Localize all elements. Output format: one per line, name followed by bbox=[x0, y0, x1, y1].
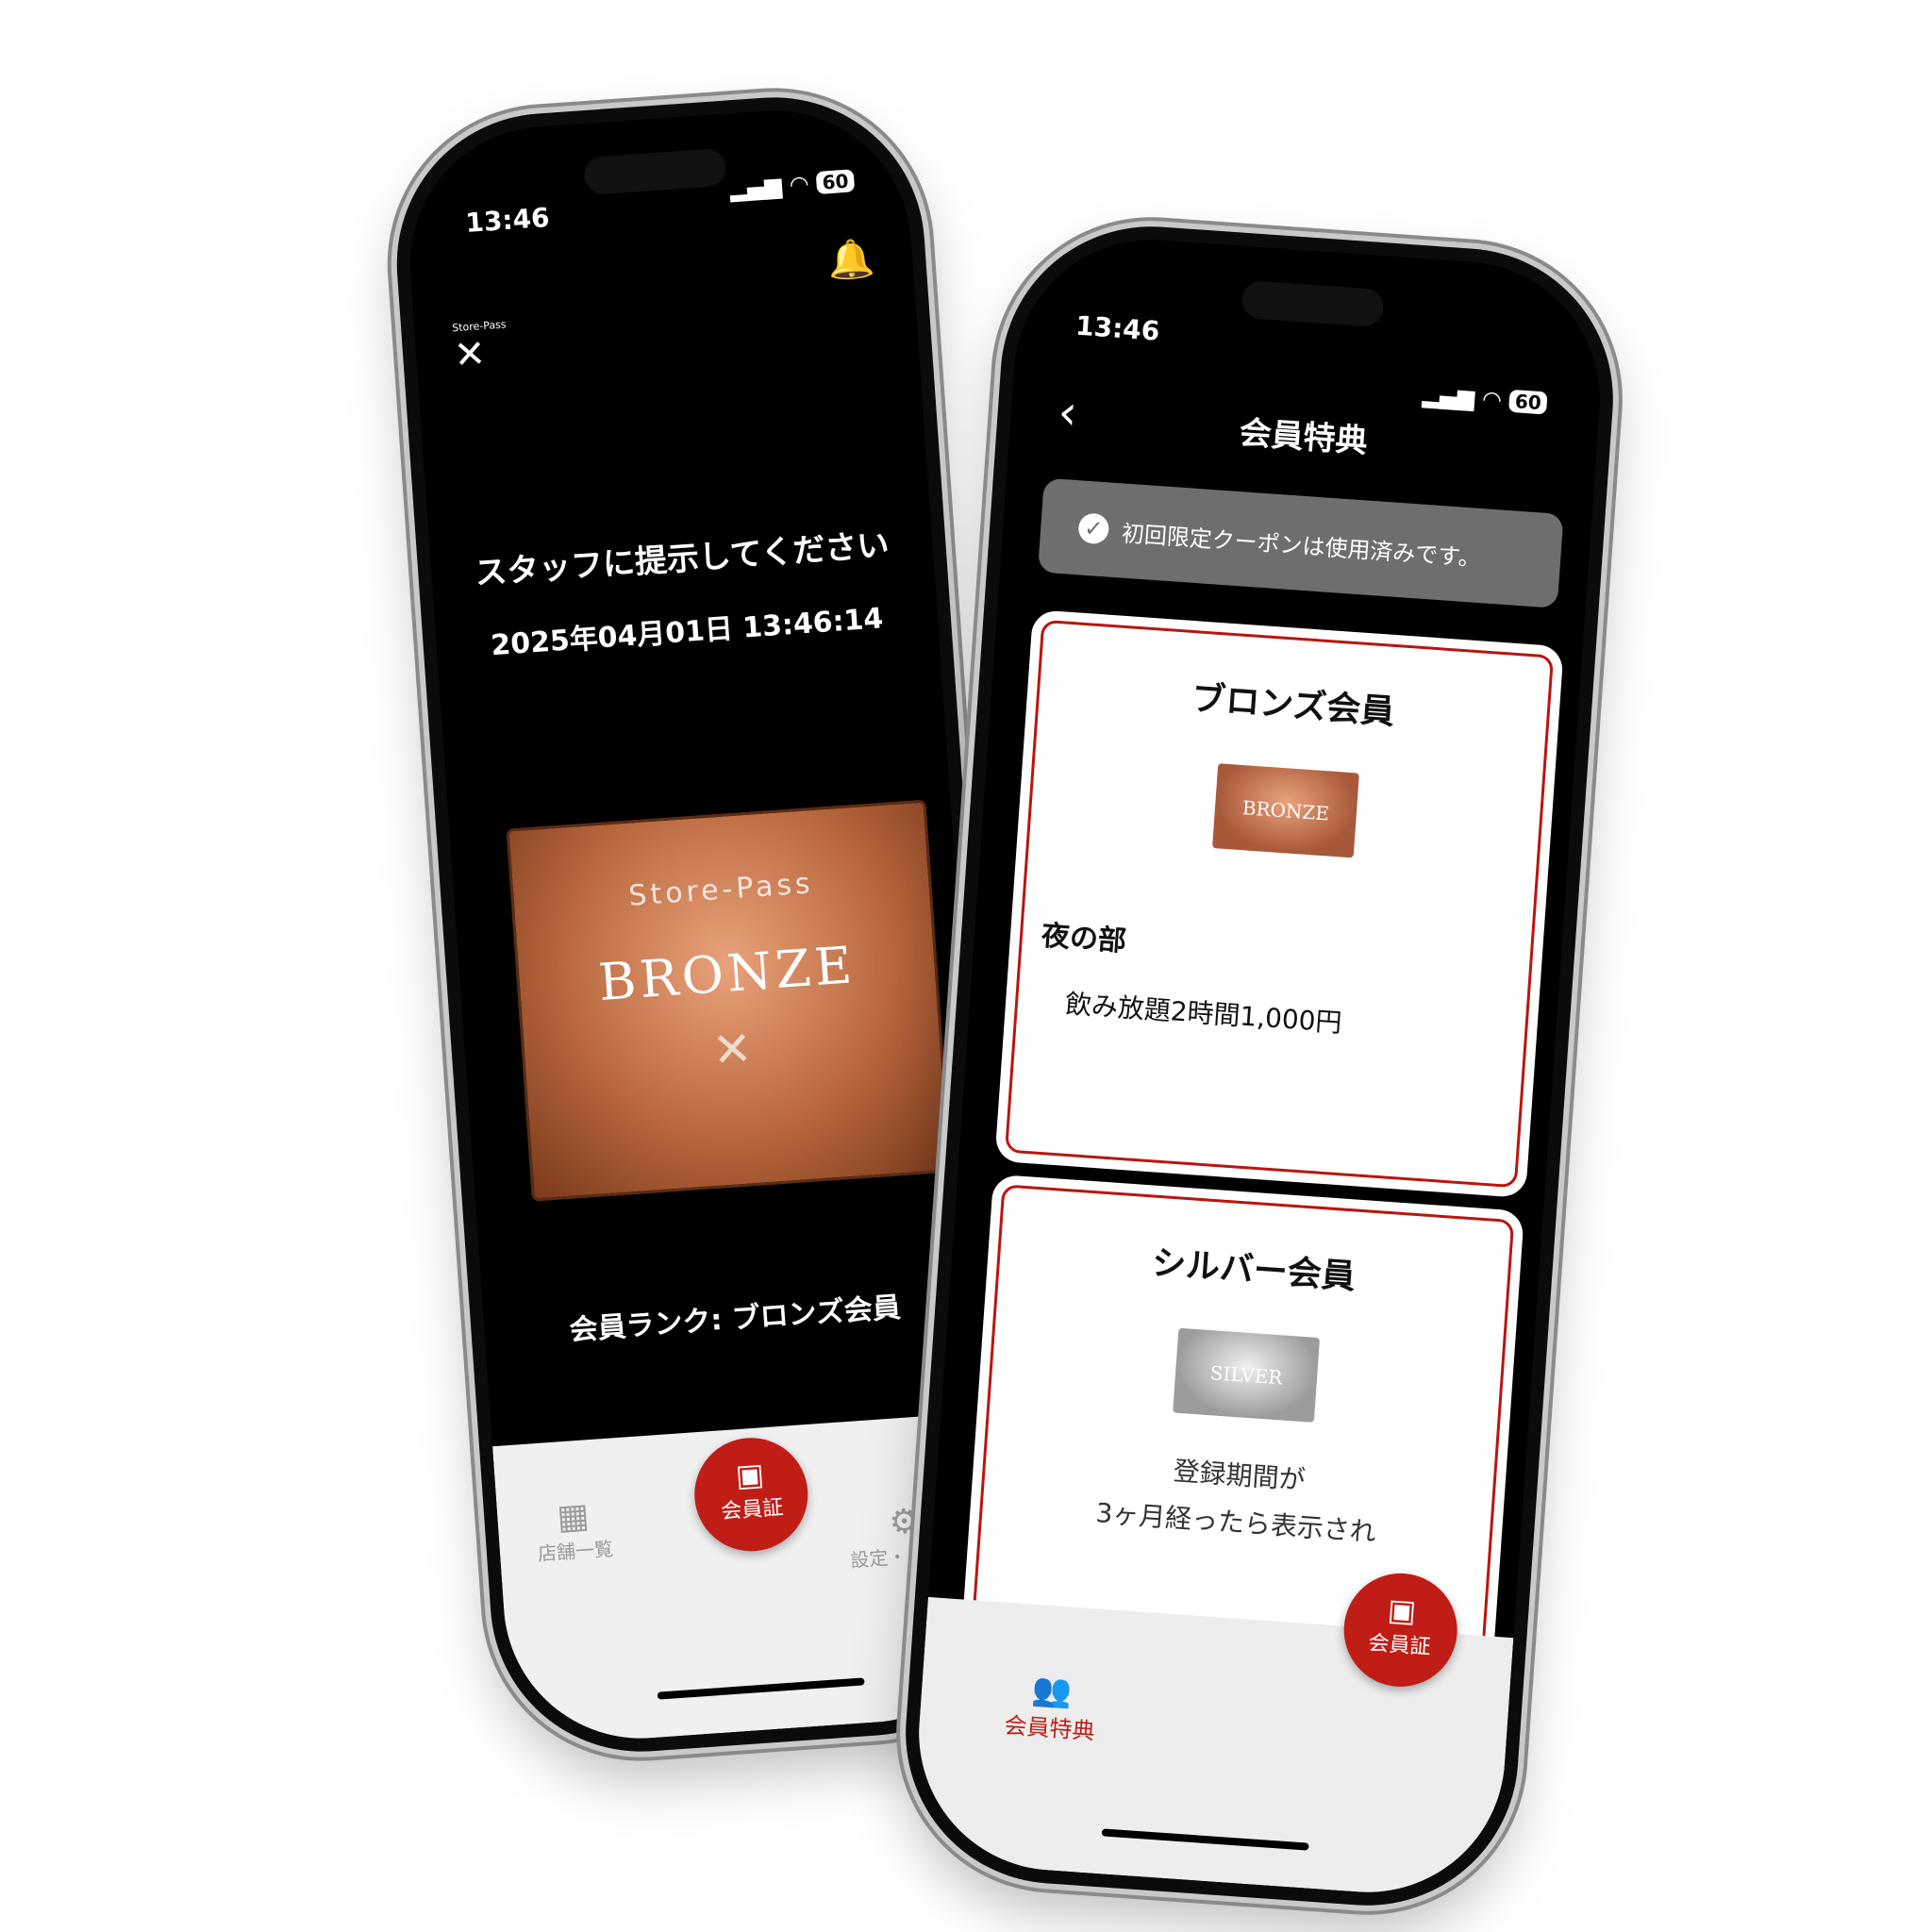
notice-text: 初回限定クーポンは使用済みです。 bbox=[1121, 519, 1482, 572]
tab-stores-label: 店舗一覧 bbox=[537, 1537, 614, 1566]
benefit-period: 夜の部 bbox=[1040, 919, 1128, 958]
benefit-card-bronze: ブロンズ会員 BRONZE 夜の部 飲み放題2時間1,000円 bbox=[1004, 619, 1555, 1189]
membership-card-label: 会員証 bbox=[1367, 1631, 1432, 1660]
home-indicator bbox=[1101, 1828, 1309, 1851]
signal-icon: ▂▄▆ bbox=[1421, 381, 1476, 412]
wifi-icon: ◠ bbox=[1481, 385, 1503, 414]
tab-benefits-label: 会員特典 bbox=[1003, 1711, 1096, 1745]
phone-right: 13:46 ▂▄▆ ◠ 60 ‹ 会員特典 ✓ 初回限定クーポンは使用済みです。… bbox=[895, 216, 1624, 1916]
right-screen: 13:46 ▂▄▆ ◠ 60 ‹ 会員特典 ✓ 初回限定クーポンは使用済みです。… bbox=[909, 230, 1609, 1902]
show-staff-prompt: スタッフに提示してください bbox=[474, 525, 891, 593]
benefit-title: ブロンズ会員 bbox=[1190, 679, 1396, 733]
id-badge-icon: ▣ bbox=[1386, 1591, 1418, 1629]
members-icon: 👥 bbox=[1030, 1670, 1074, 1711]
check-circle-icon: ✓ bbox=[1077, 512, 1110, 545]
signal-icon: ▂▄▆ bbox=[728, 172, 783, 203]
current-datetime: 2025年04月01日 13:46:14 bbox=[490, 602, 885, 663]
dynamic-island bbox=[1241, 279, 1385, 328]
coupon-used-notice: ✓ 初回限定クーポンは使用済みです。 bbox=[1037, 477, 1564, 608]
fork-spoon-icon: ✕ bbox=[452, 331, 488, 378]
bronze-card-image: BRONZE bbox=[1211, 763, 1359, 858]
membership-card-button[interactable]: ▣ 会員証 bbox=[1340, 1569, 1461, 1690]
membership-card-label: 会員証 bbox=[720, 1495, 785, 1524]
home-indicator bbox=[657, 1677, 865, 1700]
fork-spoon-emblem-icon: ✕ bbox=[710, 1021, 755, 1078]
status-icons: ▂▄▆ ◠ 60 bbox=[729, 167, 856, 202]
membership-card-button[interactable]: ▣ 会員証 bbox=[691, 1434, 812, 1556]
tab-stores[interactable]: ▦ 店舗一覧 bbox=[534, 1495, 614, 1566]
battery-icon: 60 bbox=[815, 169, 856, 194]
id-badge-icon: ▣ bbox=[734, 1456, 766, 1494]
membership-card: Store-Pass BRONZE ✕ bbox=[506, 799, 952, 1202]
card-brand: Store-Pass bbox=[627, 867, 815, 913]
status-icons: ▂▄▆ ◠ 60 bbox=[1422, 381, 1548, 416]
status-time: 13:46 bbox=[464, 201, 551, 240]
tab-benefits[interactable]: 👥 会員特典 bbox=[1004, 1669, 1099, 1746]
tab-bar: 👥 会員特典 ▣ 会員証 bbox=[909, 1569, 1514, 1902]
silver-card-image: SILVER bbox=[1173, 1327, 1321, 1423]
member-rank: 会員ランク: ブロンズ会員 bbox=[568, 1291, 902, 1348]
dynamic-island bbox=[582, 147, 727, 196]
app-logo: Store-Pass ✕ bbox=[452, 318, 509, 377]
bell-icon[interactable]: 🔔 bbox=[826, 236, 876, 283]
card-tier: BRONZE bbox=[596, 935, 858, 1013]
store-icon: ▦ bbox=[556, 1496, 591, 1538]
wifi-icon: ◠ bbox=[788, 170, 810, 199]
battery-icon: 60 bbox=[1508, 389, 1548, 415]
benefit-title: シルバー会員 bbox=[1150, 1243, 1357, 1297]
benefit-detail: 飲み放題2時間1,000円 bbox=[1063, 988, 1343, 1039]
status-time: 13:46 bbox=[1074, 309, 1161, 347]
